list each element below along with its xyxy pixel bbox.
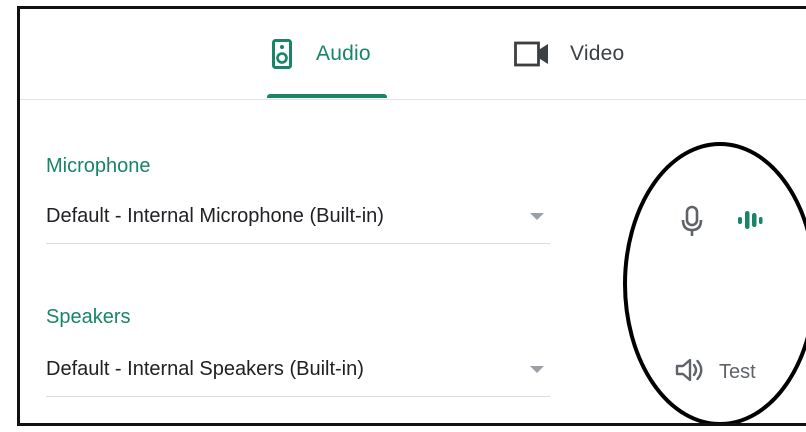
microphone-select[interactable]: Default - Internal Microphone (Built-in) xyxy=(46,199,550,244)
speakers-section-label: Speakers xyxy=(46,306,131,328)
tab-audio-label: Audio xyxy=(316,42,371,65)
chevron-down-icon xyxy=(530,366,544,373)
microphone-selected-value: Default - Internal Microphone (Built-in) xyxy=(46,205,384,227)
annotation-ellipse xyxy=(623,142,806,423)
speakers-selected-value: Default - Internal Speakers (Built-in) xyxy=(46,358,364,380)
tab-audio[interactable]: Audio xyxy=(272,37,371,71)
microphone-section-label: Microphone xyxy=(46,155,151,177)
chevron-down-icon xyxy=(530,213,544,220)
video-camera-icon xyxy=(514,41,550,67)
audio-video-settings-panel: Audio Video Microphone Default - Interna… xyxy=(17,6,806,426)
speakers-select[interactable]: Default - Internal Speakers (Built-in) xyxy=(46,352,550,397)
tab-video-label: Video xyxy=(570,42,625,65)
tab-video[interactable]: Video xyxy=(514,37,624,71)
active-tab-indicator xyxy=(267,94,387,98)
speaker-device-icon xyxy=(272,39,292,69)
settings-tab-bar: Audio Video xyxy=(20,9,806,100)
